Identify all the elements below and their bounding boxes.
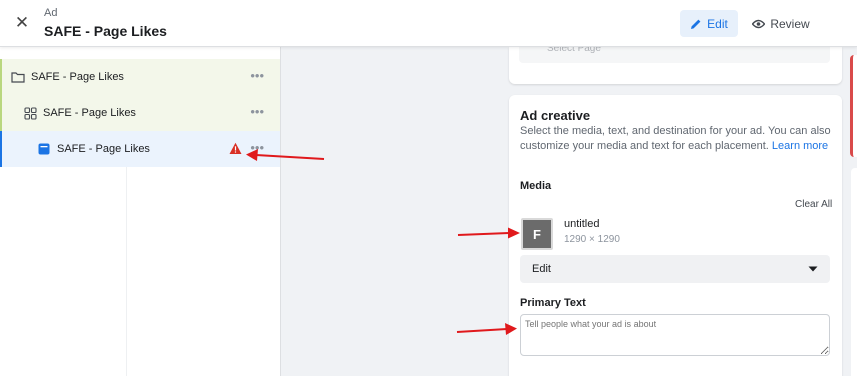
side-panel-edge-error bbox=[850, 55, 857, 157]
folder-icon bbox=[11, 70, 25, 84]
annotation-arrow-primary-text bbox=[456, 323, 517, 335]
annotation-arrow-media bbox=[457, 227, 520, 239]
media-thumbnail[interactable]: F bbox=[521, 218, 553, 250]
review-mode-label: Review bbox=[770, 16, 810, 31]
eye-icon bbox=[752, 19, 766, 28]
ad-creative-card: Ad creative Select the media, text, and … bbox=[509, 95, 842, 376]
media-filename: untitled bbox=[564, 218, 600, 230]
clear-all-button[interactable]: Clear All bbox=[795, 199, 832, 210]
ad-creative-description: Select the media, text, and destination … bbox=[520, 124, 836, 154]
top-header: ✕ Ad SAFE - Page Likes Edit Review bbox=[0, 0, 857, 47]
primary-text-heading: Primary Text bbox=[520, 297, 586, 309]
primary-text-input[interactable] bbox=[520, 314, 830, 356]
adset-more-icon[interactable]: ••• bbox=[250, 105, 264, 119]
media-edit-label: Edit bbox=[532, 263, 551, 275]
media-heading: Media bbox=[520, 180, 552, 192]
campaign-label: SAFE - Page Likes bbox=[31, 71, 124, 83]
structure-tree-panel: SAFE - Page Likes ••• SAFE - Page Likes … bbox=[0, 47, 281, 376]
adset-label: SAFE - Page Likes bbox=[43, 107, 136, 119]
identity-card: Select Page bbox=[509, 47, 842, 84]
campaign-more-icon[interactable]: ••• bbox=[250, 69, 264, 83]
tree-item-campaign[interactable]: SAFE - Page Likes ••• bbox=[0, 59, 280, 95]
learn-more-link[interactable]: Learn more bbox=[772, 140, 828, 152]
page-select-field[interactable]: Select Page bbox=[519, 47, 830, 63]
tree-item-ad[interactable]: SAFE - Page Likes ••• bbox=[0, 131, 280, 167]
side-panel-edge bbox=[851, 168, 857, 376]
pencil-icon bbox=[691, 19, 701, 29]
edit-mode-button[interactable]: Edit bbox=[680, 10, 738, 37]
review-mode-button[interactable]: Review bbox=[748, 10, 814, 37]
tree-empty-area bbox=[0, 167, 127, 376]
close-button[interactable]: ✕ bbox=[12, 13, 32, 33]
header-subtitle: Ad bbox=[44, 7, 58, 19]
media-edit-dropdown[interactable]: Edit bbox=[520, 255, 830, 283]
ad-label: SAFE - Page Likes bbox=[57, 143, 150, 155]
warning-icon[interactable] bbox=[229, 142, 242, 155]
tree-item-adset[interactable]: SAFE - Page Likes ••• bbox=[0, 95, 280, 131]
ad-square-icon bbox=[37, 142, 51, 156]
page-title: SAFE - Page Likes bbox=[44, 23, 167, 39]
grid-icon bbox=[23, 106, 37, 120]
edit-mode-label: Edit bbox=[707, 16, 728, 31]
thumbnail-letter: F bbox=[533, 226, 541, 242]
close-icon[interactable]: ✕ bbox=[15, 13, 29, 32]
ad-creative-title: Ad creative bbox=[520, 108, 591, 123]
annotation-arrow-warning bbox=[246, 149, 325, 161]
media-dimensions: 1290 × 1290 bbox=[564, 234, 620, 245]
caret-down-icon bbox=[808, 266, 818, 272]
